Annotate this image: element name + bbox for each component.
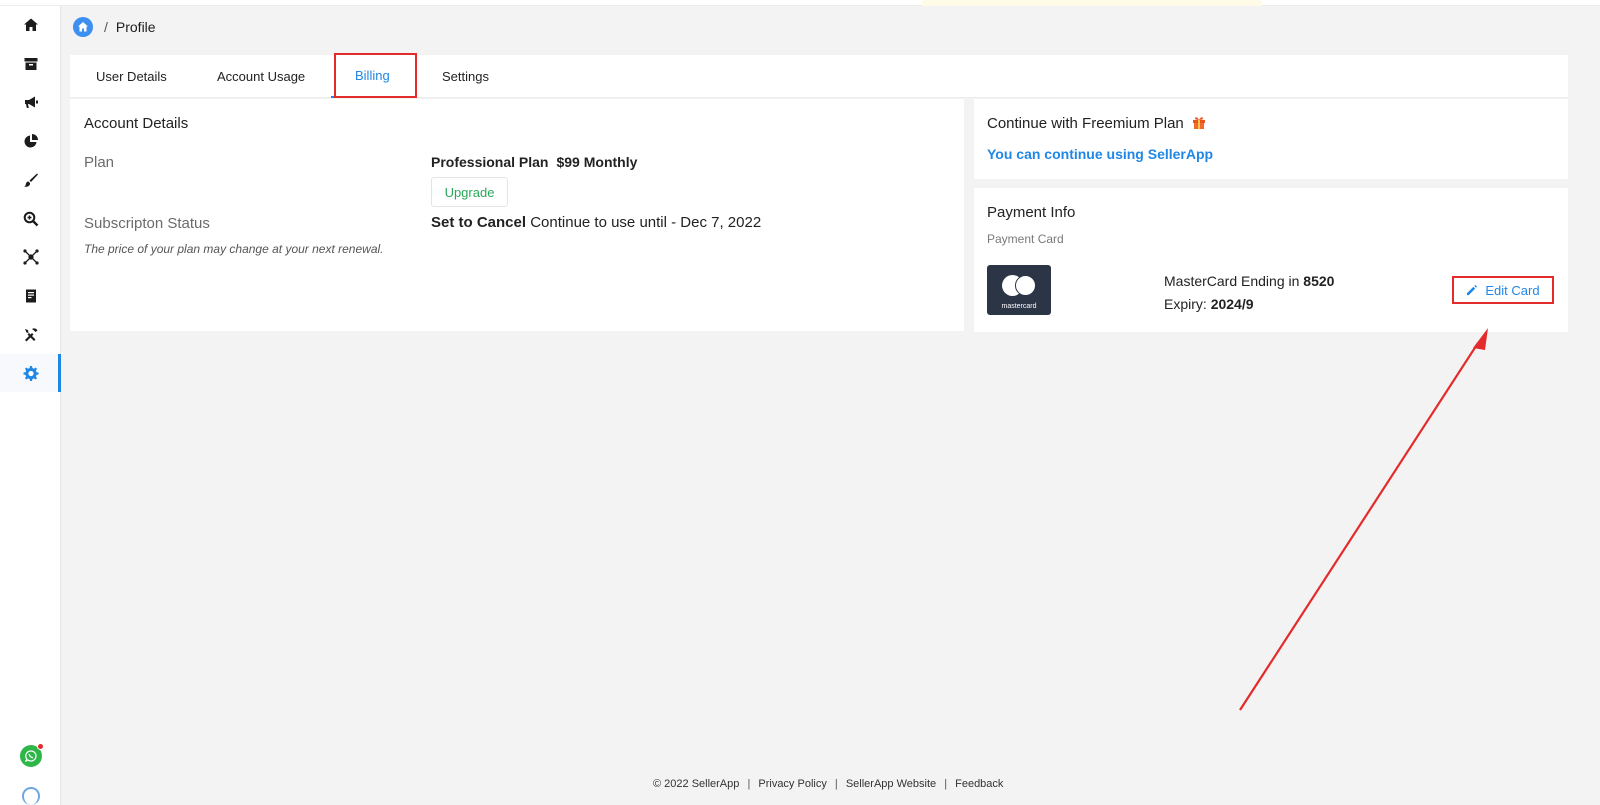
sidebar	[0, 6, 61, 805]
footer: © 2022 SellerApp | Privacy Policy | Sell…	[653, 778, 1003, 790]
sidebar-item-brush[interactable]	[0, 161, 61, 199]
subscription-status-value: Set to Cancel Continue to use until - De…	[431, 214, 761, 231]
subscription-status-label: Subscripton Status	[84, 215, 210, 232]
sidebar-item-reports[interactable]	[0, 277, 61, 315]
tools-icon	[24, 328, 37, 342]
sidebar-item-archive[interactable]	[0, 45, 61, 83]
upgrade-button[interactable]: Upgrade	[431, 177, 508, 207]
tab-settings[interactable]: Settings	[442, 55, 489, 98]
home-icon	[78, 22, 88, 32]
sidebar-item-analytics[interactable]	[0, 122, 61, 160]
payment-info-card: Payment Info Payment Card mastercard Mas…	[974, 188, 1568, 332]
payment-info-title: Payment Info	[987, 204, 1076, 221]
tab-billing[interactable]: Billing	[331, 55, 414, 98]
sellerapp-website-link[interactable]: SellerApp Website	[846, 778, 936, 790]
mastercard-circle-right	[1015, 275, 1036, 296]
whatsapp-chat-button[interactable]	[20, 743, 44, 767]
megaphone-icon	[24, 96, 38, 108]
archive-icon	[24, 58, 37, 70]
plan-label: Plan	[84, 154, 115, 171]
top-notice-strip	[922, 0, 1262, 6]
sidebar-item-home[interactable]	[0, 6, 61, 44]
document-icon	[25, 289, 36, 303]
freemium-card: Continue with Freemium Plan You can cont…	[974, 99, 1568, 179]
edit-card-label: Edit Card	[1485, 282, 1540, 298]
sidebar-item-network[interactable]	[0, 238, 61, 276]
breadcrumb-separator: /	[104, 19, 108, 35]
footer-separator: |	[747, 778, 751, 790]
renewal-price-note: The price of your plan may change at you…	[84, 242, 384, 256]
account-details-card: Account Details Plan Professional Plan $9…	[70, 99, 964, 331]
sidebar-item-settings[interactable]	[0, 354, 61, 392]
continue-sellerapp-link[interactable]: You can continue using SellerApp	[987, 146, 1213, 162]
home-icon	[23, 18, 38, 31]
freemium-title: Continue with Freemium Plan	[987, 115, 1206, 132]
status-state: Set to Cancel	[431, 214, 527, 231]
footer-separator: |	[834, 778, 838, 790]
status-detail: Continue to use until - Dec 7, 2022	[530, 214, 762, 231]
footer-separator: |	[944, 778, 948, 790]
breadcrumb-home-button[interactable]	[73, 17, 93, 37]
gift-icon	[1192, 117, 1205, 129]
mastercard-logo: mastercard	[987, 265, 1051, 315]
expiry-value: 2024/9	[1210, 296, 1254, 312]
payment-card-label: Payment Card	[987, 232, 1064, 246]
notification-dot	[37, 743, 44, 750]
top-strip	[0, 0, 1600, 6]
sidebar-item-tools[interactable]	[0, 316, 61, 354]
privacy-policy-link[interactable]: Privacy Policy	[758, 778, 826, 790]
sidebar-item-search[interactable]	[0, 200, 61, 238]
sidebar-item-campaigns[interactable]	[0, 83, 61, 121]
gear-icon	[23, 366, 38, 381]
breadcrumb-current: Profile	[115, 19, 156, 35]
profile-tabs: User Details Account Usage Billing Setti…	[70, 55, 1568, 98]
tab-account-usage[interactable]: Account Usage	[217, 55, 305, 98]
mastercard-logo-text: mastercard	[1001, 303, 1037, 310]
card-expiry-line: Expiry: 2024/9	[1164, 293, 1334, 316]
card-last4: 8520	[1303, 273, 1335, 289]
card-number-line: MasterCard Ending in 8520	[1164, 270, 1334, 293]
zoom-search-icon	[23, 211, 38, 227]
account-details-title: Account Details	[84, 115, 189, 132]
card-details: MasterCard Ending in 8520 Expiry: 2024/9	[1164, 270, 1334, 316]
plan-value: Professional Plan $99 Monthly	[431, 154, 637, 170]
tab-user-details[interactable]: User Details	[96, 55, 167, 98]
breadcrumb: / Profile	[73, 16, 156, 38]
edit-card-button[interactable]: Edit Card	[1452, 276, 1554, 304]
pencil-icon	[1467, 284, 1478, 295]
pie-chart-icon	[24, 134, 38, 148]
expiry-label: Expiry:	[1164, 296, 1207, 312]
plan-name: Professional Plan	[431, 154, 549, 170]
whatsapp-icon	[25, 750, 37, 762]
freemium-title-text: Continue with Freemium Plan	[987, 115, 1184, 132]
plan-price: $99 Monthly	[556, 154, 638, 170]
footer-copyright: © 2022 SellerApp	[653, 778, 740, 790]
card-prefix: MasterCard Ending in	[1164, 273, 1300, 289]
brush-icon	[23, 173, 38, 187]
network-icon	[22, 249, 39, 265]
feedback-link[interactable]: Feedback	[955, 778, 1003, 790]
support-chat-icon[interactable]	[22, 787, 40, 805]
